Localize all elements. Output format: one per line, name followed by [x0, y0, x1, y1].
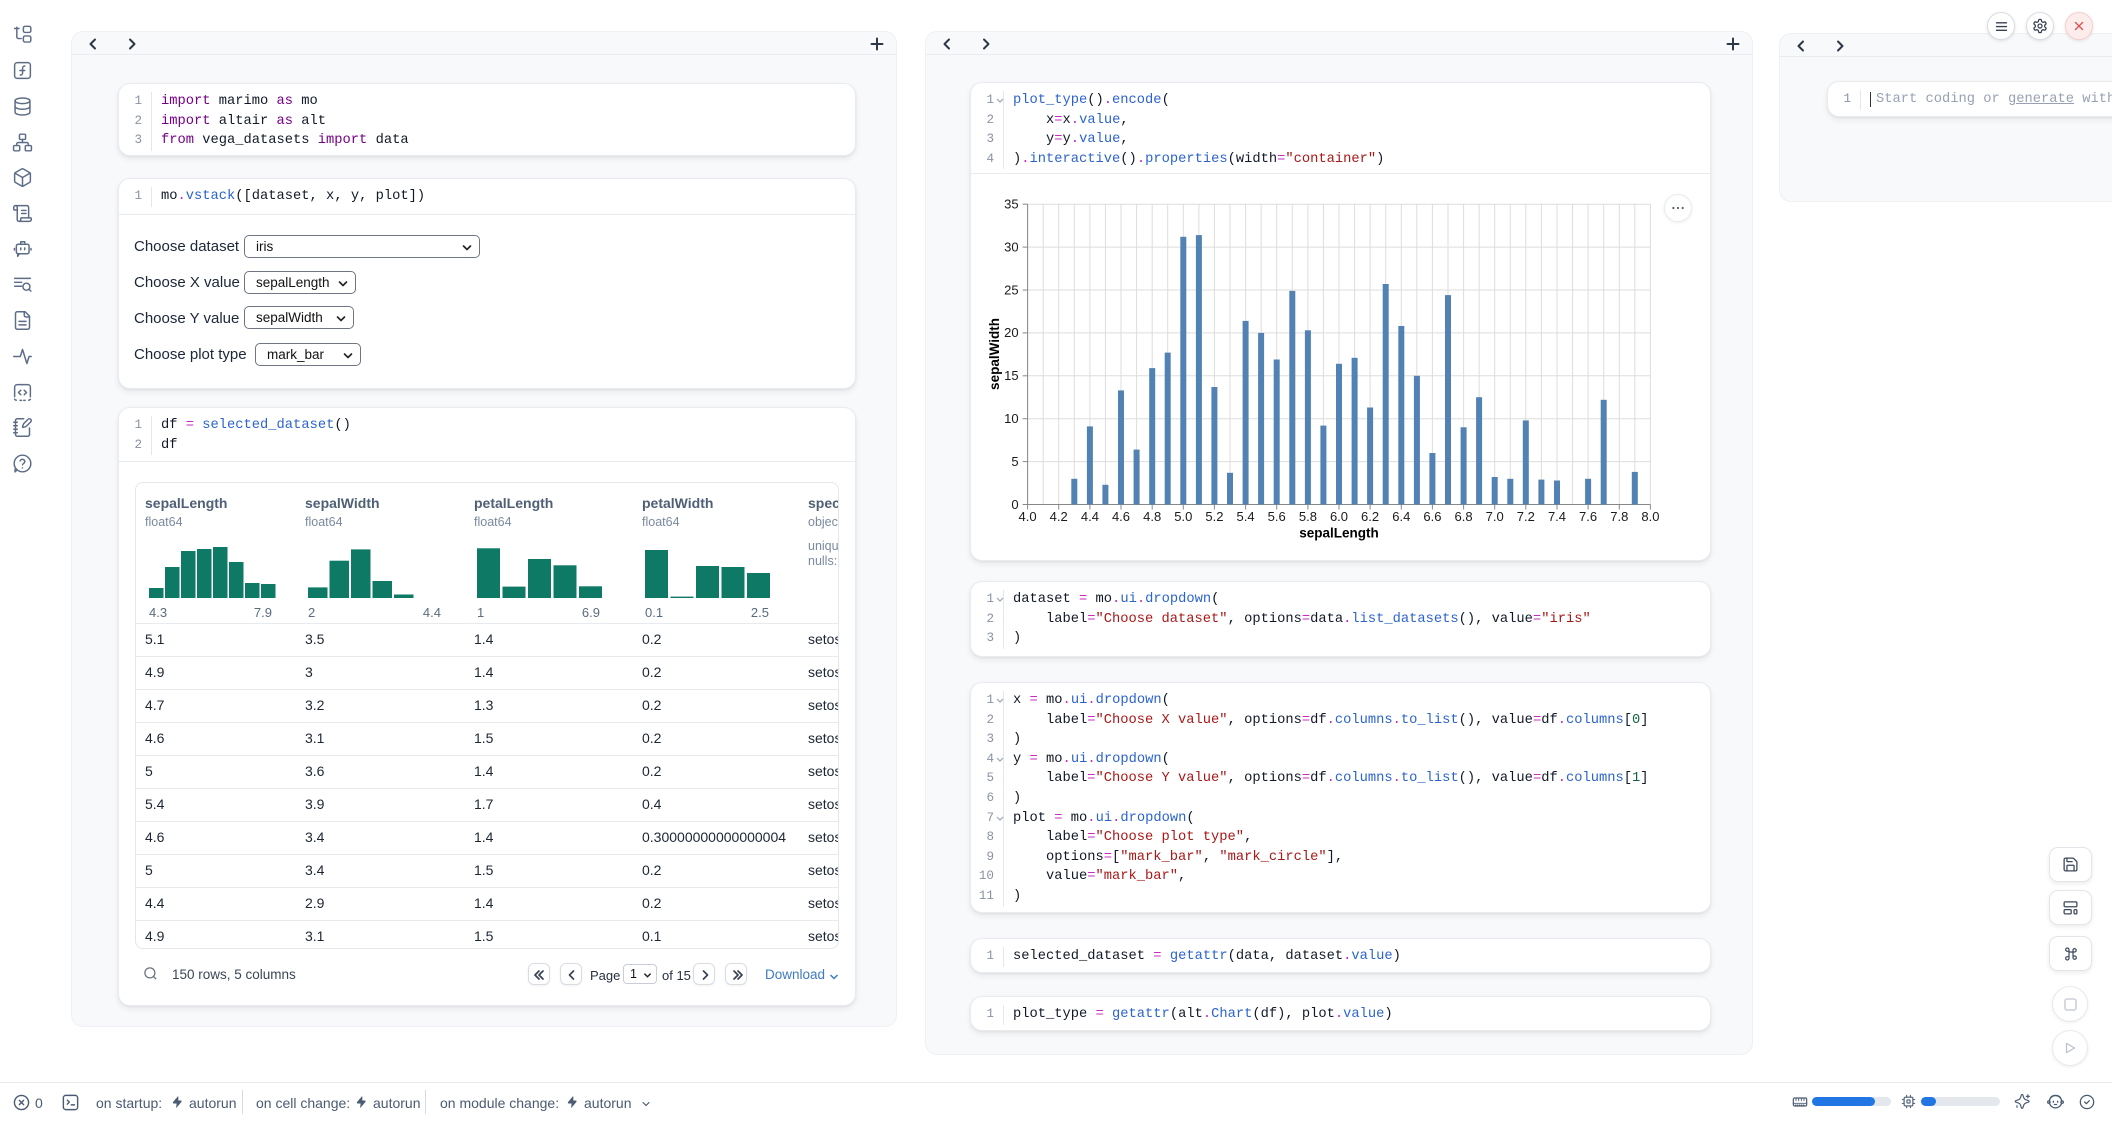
- svg-text:5.2: 5.2: [1205, 509, 1223, 524]
- svg-text:0: 0: [1011, 497, 1018, 512]
- svg-text:5.8: 5.8: [1299, 509, 1317, 524]
- svg-text:5.6: 5.6: [1268, 509, 1286, 524]
- svg-text:7.6: 7.6: [1579, 509, 1597, 524]
- svg-text:5.4: 5.4: [1237, 509, 1255, 524]
- svg-text:4.2: 4.2: [1050, 509, 1068, 524]
- svg-text:4.4: 4.4: [1081, 509, 1099, 524]
- svg-text:20: 20: [1004, 325, 1018, 340]
- svg-text:15: 15: [1004, 368, 1018, 383]
- svg-text:6.4: 6.4: [1392, 509, 1410, 524]
- svg-text:6.6: 6.6: [1423, 509, 1441, 524]
- svg-text:35: 35: [1004, 197, 1018, 212]
- svg-text:4.8: 4.8: [1143, 509, 1161, 524]
- svg-text:30: 30: [1004, 239, 1018, 254]
- svg-text:7.2: 7.2: [1517, 509, 1535, 524]
- svg-text:6.8: 6.8: [1455, 509, 1473, 524]
- svg-text:sepalWidth: sepalWidth: [987, 318, 1002, 390]
- svg-text:10: 10: [1004, 411, 1018, 426]
- svg-text:7.4: 7.4: [1548, 509, 1566, 524]
- svg-text:7.0: 7.0: [1486, 509, 1504, 524]
- svg-text:7.8: 7.8: [1610, 509, 1628, 524]
- svg-text:6.2: 6.2: [1361, 509, 1379, 524]
- svg-text:4.6: 4.6: [1112, 509, 1130, 524]
- svg-text:8.0: 8.0: [1641, 509, 1659, 524]
- svg-text:5.0: 5.0: [1174, 509, 1192, 524]
- svg-text:4.0: 4.0: [1019, 509, 1037, 524]
- svg-text:5: 5: [1011, 454, 1018, 469]
- svg-text:25: 25: [1004, 282, 1018, 297]
- svg-text:sepalLength: sepalLength: [1299, 526, 1379, 541]
- svg-text:6.0: 6.0: [1330, 509, 1348, 524]
